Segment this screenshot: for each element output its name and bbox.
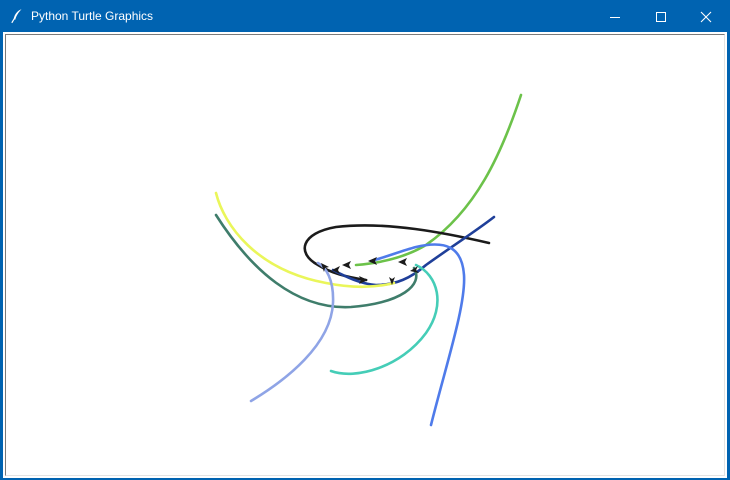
trail-periwinkle [249,261,335,403]
trail-yellow [214,191,396,289]
window-client-area [3,32,727,478]
minimize-button[interactable] [592,1,638,32]
turtle-canvas[interactable] [5,34,725,476]
drawing-surface [214,93,523,427]
title-bar[interactable]: Python Turtle Graphics [1,1,729,32]
trail-turquoise [329,263,439,376]
turtle-arrow-navy [398,258,407,266]
trail-light-green [354,93,523,267]
minimize-icon [610,16,620,18]
close-icon [700,11,712,22]
turtle-window: Python Turtle Graphics [0,0,730,480]
turtle-arrow-green [342,261,351,269]
close-button[interactable] [683,1,729,32]
maximize-button[interactable] [638,1,684,32]
feather-icon [10,8,24,24]
maximize-icon [656,11,666,22]
window-title: Python Turtle Graphics [31,9,154,23]
